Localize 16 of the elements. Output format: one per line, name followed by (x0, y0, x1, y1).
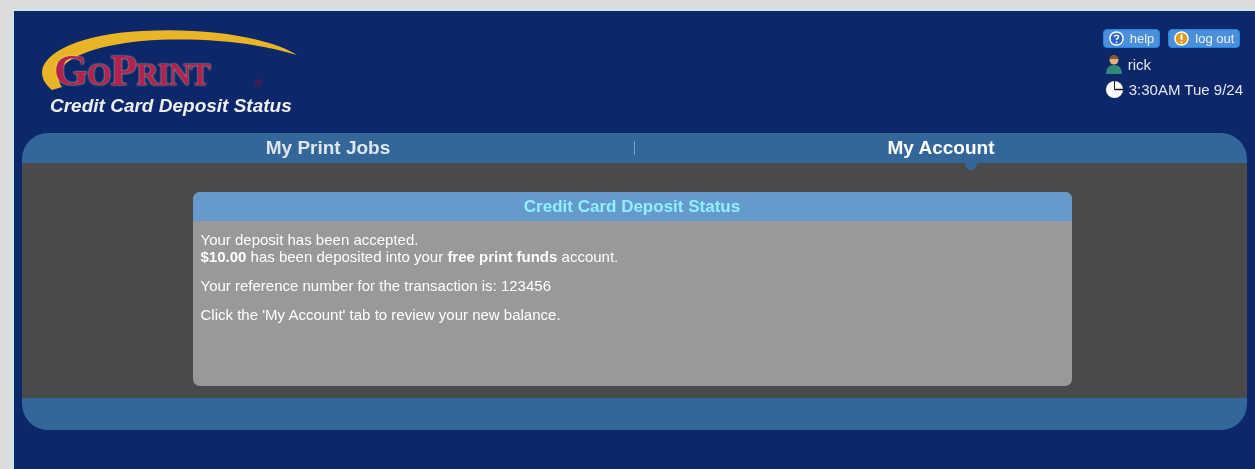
tab[interactable]: My Print Jobs (261, 134, 395, 162)
help-icon (1108, 31, 1124, 46)
message-text: Your deposit has been accepted. (200, 231, 420, 248)
message-text: $10.00 has been deposited into your free print funds account. (200, 248, 620, 265)
username: rick (1127, 55, 1152, 73)
panel-title: Credit Card Deposit Status (192, 192, 1072, 221)
message-text: Your reference number for the transaction is: 123456 (200, 277, 552, 294)
clock-icon (1104, 80, 1124, 99)
warning-icon (1174, 31, 1190, 46)
tab[interactable]: My Account (883, 134, 999, 162)
logout-button[interactable]: log out (1168, 29, 1241, 48)
page-title: Credit Card Deposit Status (50, 95, 293, 117)
date-time: 3:30AM Tue 9/24 (1128, 81, 1243, 98)
user-icon (1104, 54, 1123, 74)
help-button[interactable]: help (1102, 29, 1161, 48)
message-text: Click the 'My Account' tab to review your new balance. (200, 306, 562, 323)
